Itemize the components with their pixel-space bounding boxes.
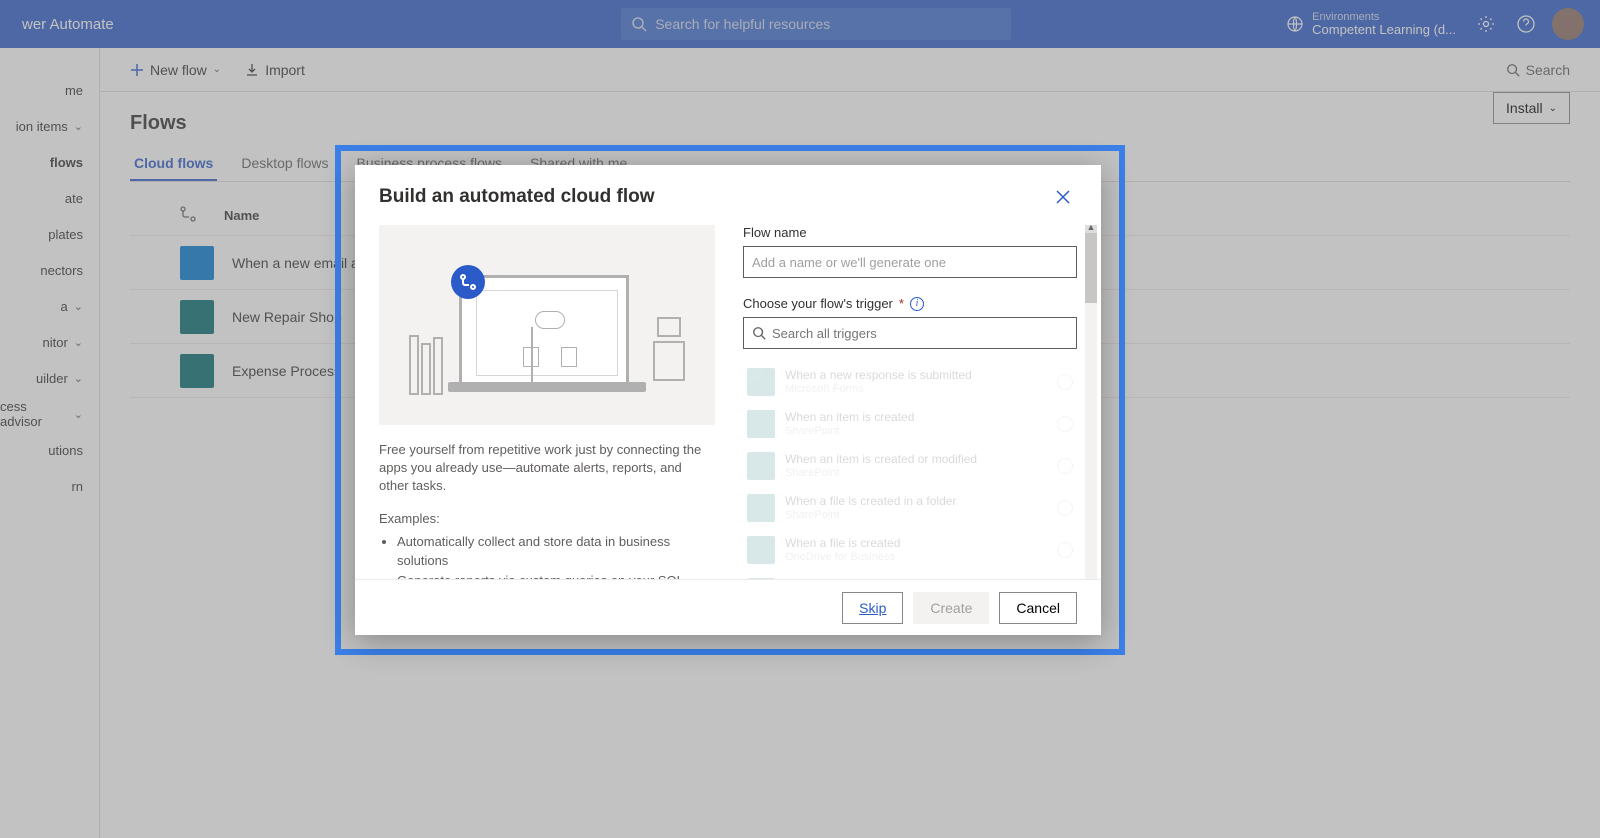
close-icon: [1056, 190, 1070, 204]
trigger-search-input[interactable]: [772, 326, 1068, 341]
info-icon[interactable]: [1057, 416, 1073, 432]
connector-icon: [747, 410, 775, 438]
connector-icon: [747, 578, 775, 579]
trigger-label: Choose your flow's trigger* i: [743, 296, 1077, 311]
trigger-search[interactable]: [743, 317, 1077, 349]
trigger-item[interactable]: When an item is createdSharePoint: [743, 403, 1077, 445]
trigger-item[interactable]: When a file is createdOneDrive for Busin…: [743, 529, 1077, 571]
modal-right-panel: Flow name Choose your flow's trigger* i …: [743, 225, 1077, 579]
modal-footer: Skip Create Cancel: [355, 579, 1101, 635]
trigger-item[interactable]: When a file is created in a folderShareP…: [743, 487, 1077, 529]
triggers-list: When a new response is submittedMicrosof…: [743, 361, 1077, 579]
cancel-button[interactable]: Cancel: [999, 592, 1077, 624]
modal-left-panel: Free yourself from repetitive work just …: [379, 225, 715, 579]
create-button[interactable]: Create: [913, 592, 989, 624]
trigger-item[interactable]: When a task is assigned to mePlanner: [743, 571, 1077, 579]
skip-button[interactable]: Skip: [842, 592, 903, 624]
connector-icon: [747, 452, 775, 480]
flow-badge-icon: [451, 265, 485, 299]
info-icon[interactable]: [1057, 374, 1073, 390]
info-icon[interactable]: [1057, 500, 1073, 516]
flow-name-label: Flow name: [743, 225, 1077, 240]
build-automated-flow-modal: Build an automated cloud flow: [355, 165, 1101, 635]
examples-heading: Examples:: [379, 510, 715, 528]
connector-icon: [747, 494, 775, 522]
connector-icon: [747, 368, 775, 396]
scroll-thumb[interactable]: [1085, 233, 1097, 303]
trigger-item[interactable]: When an item is created or modifiedShare…: [743, 445, 1077, 487]
info-icon[interactable]: [1057, 542, 1073, 558]
modal-title: Build an automated cloud flow: [379, 186, 1049, 208]
scrollbar[interactable]: ▲ ▼: [1085, 233, 1097, 579]
close-button[interactable]: [1049, 183, 1077, 211]
trigger-item[interactable]: When a new response is submittedMicrosof…: [743, 361, 1077, 403]
scroll-up-icon[interactable]: ▲: [1085, 225, 1097, 233]
illustration: [379, 225, 715, 425]
info-icon[interactable]: i: [910, 297, 924, 311]
modal-description: Free yourself from repetitive work just …: [379, 441, 715, 496]
connector-icon: [747, 536, 775, 564]
search-icon: [752, 326, 766, 340]
info-icon[interactable]: [1057, 458, 1073, 474]
flow-name-input[interactable]: [743, 246, 1077, 278]
examples-list: Automatically collect and store data in …: [379, 532, 715, 579]
